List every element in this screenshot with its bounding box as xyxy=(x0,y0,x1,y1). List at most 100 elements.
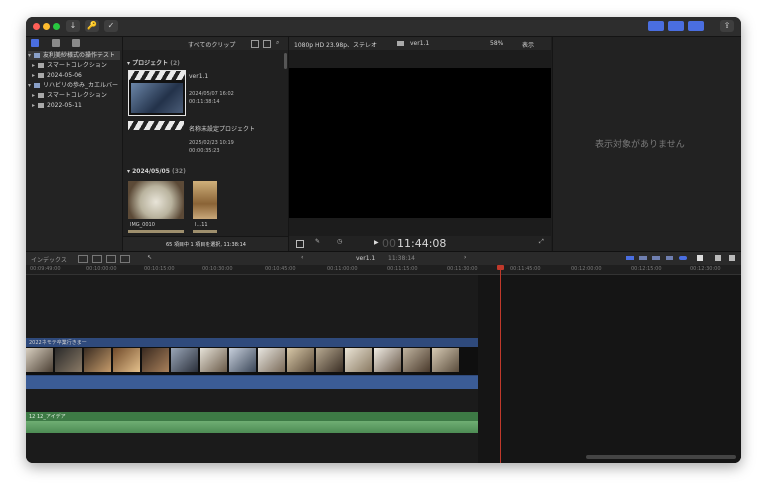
insert-clip-icon[interactable] xyxy=(92,255,102,263)
effects-browser-icon[interactable] xyxy=(715,255,721,261)
library-item-label: 友利美紗様式の操作テスト xyxy=(43,52,116,59)
date-section-header[interactable]: ▾ 2024/05/05 (32) xyxy=(127,168,186,175)
inspector-pane: 表示対象がありません xyxy=(552,37,741,251)
browser-scrollbar[interactable] xyxy=(284,53,287,69)
connect-clip-icon[interactable] xyxy=(78,255,88,263)
video-canvas[interactable] xyxy=(289,68,551,218)
history-back-icon[interactable]: ‹ xyxy=(301,254,303,261)
audio-clip[interactable]: 12 12_アイデア xyxy=(26,412,478,433)
clip-thumbnail[interactable] xyxy=(128,230,184,233)
timeline-duration: 11:38:14 xyxy=(388,255,415,262)
solo-icon[interactable] xyxy=(652,256,660,260)
select-tool-icon[interactable]: ↖ xyxy=(147,254,152,261)
viewer-header: 1080p HD 23.98p、ステレオ ver1.1 58% 表示 xyxy=(289,37,551,50)
filmstrip-frame xyxy=(432,348,459,372)
clip-appearance-icon[interactable] xyxy=(251,40,259,48)
event-icon xyxy=(38,73,44,78)
event-icon xyxy=(38,103,44,108)
timeline-project-name[interactable]: ver1.1 xyxy=(356,255,375,262)
close-window-button[interactable] xyxy=(33,23,40,30)
library-item-label: 2022-05-11 xyxy=(47,102,82,109)
filmstrip-frame xyxy=(229,348,256,372)
filmstrip-frame xyxy=(403,348,430,372)
ruler-tick: 00:11:00:00 xyxy=(327,266,358,272)
filmstrip-frame xyxy=(316,348,343,372)
filmstrip-view-icon[interactable] xyxy=(263,40,271,48)
clip-thumbnail[interactable] xyxy=(193,230,217,233)
library-item[interactable]: ▸ スマートコレクション xyxy=(32,61,107,70)
timeline-area[interactable]: 2022ネモテ卒業行きまー 12 12_アイデア xyxy=(26,265,741,463)
zoom-dropdown[interactable]: 58% xyxy=(490,40,503,47)
timeline-toggle-button[interactable] xyxy=(668,21,684,31)
transform-icon[interactable] xyxy=(296,240,304,248)
ruler-tick: 00:12:00:00 xyxy=(571,266,602,272)
clapper-icon[interactable] xyxy=(128,121,184,130)
index-button[interactable]: インデックス xyxy=(31,255,67,264)
clip-thumbnail[interactable] xyxy=(193,181,217,219)
timeline-toolbar: インデックス ↖ ‹ ver1.1 11:38:14 › xyxy=(26,251,741,266)
import-button[interactable]: ↓ xyxy=(66,20,80,32)
playhead-handle[interactable] xyxy=(497,265,504,270)
titles-tab-icon[interactable] xyxy=(72,39,80,47)
check-icon: ✓ xyxy=(107,21,115,30)
library-item[interactable]: ▸ 2024-05-06 xyxy=(32,71,82,80)
library-item[interactable]: ▾ リハビリの歩み_カエルバー xyxy=(28,81,118,90)
timeline-empty-region xyxy=(478,275,741,463)
folder-icon xyxy=(38,63,44,68)
timeline-ruler[interactable]: 00:09:49:00 00:10:00:00 00:10:15:00 00:1… xyxy=(26,265,741,275)
browser-toggle-button[interactable] xyxy=(648,21,664,31)
libraries-tab-icon[interactable] xyxy=(31,39,39,47)
section-count: (2) xyxy=(170,60,180,67)
overwrite-clip-icon[interactable] xyxy=(120,255,130,263)
share-icon: ⇪ xyxy=(723,21,731,30)
toolbar: ↓ 🔑 ✓ ⇪ xyxy=(26,17,741,37)
ruler-tick: 00:12:30:00 xyxy=(690,266,721,272)
zoom-slider-icon[interactable] xyxy=(679,256,687,260)
history-forward-icon[interactable]: › xyxy=(464,254,466,261)
library-item-label: スマートコレクション xyxy=(47,62,107,69)
ruler-tick: 00:11:45:00 xyxy=(510,266,541,272)
project-section-header[interactable]: ▾ プロジェクト (2) xyxy=(127,58,180,67)
snapping-icon[interactable] xyxy=(666,256,673,260)
timeline-scrollbar[interactable] xyxy=(586,455,736,459)
background-tasks-button[interactable]: ✓ xyxy=(104,20,118,32)
project-name[interactable]: 名称未設定プロジェクト xyxy=(189,124,255,133)
view-menu-button[interactable]: 表示 xyxy=(522,40,534,49)
minimize-window-button[interactable] xyxy=(43,23,50,30)
inspector-toggle-button[interactable] xyxy=(688,21,704,31)
timecode-dim: 00 xyxy=(382,237,396,250)
clip-thumbnail[interactable] xyxy=(128,181,184,219)
enhance-icon[interactable]: ✎ xyxy=(315,238,320,245)
transitions-browser-icon[interactable] xyxy=(729,255,735,261)
project-date: 2025/02/23 10:19 xyxy=(189,140,234,146)
filmstrip-frame xyxy=(200,348,227,372)
playhead[interactable] xyxy=(500,266,501,463)
play-icon[interactable]: ▶ xyxy=(374,239,379,246)
append-clip-icon[interactable] xyxy=(106,255,116,263)
project-thumbnail[interactable] xyxy=(128,70,186,116)
fullscreen-icon[interactable]: ⤢ xyxy=(539,238,544,246)
key-icon: 🔑 xyxy=(87,21,97,30)
project-name[interactable]: ver1.1 xyxy=(189,73,208,80)
keywords-button[interactable]: 🔑 xyxy=(85,20,99,32)
library-item[interactable]: ▸ スマートコレクション xyxy=(32,91,107,100)
filmstrip-frame xyxy=(258,348,285,372)
filmstrip-frame xyxy=(374,348,401,372)
filmstrip-frame xyxy=(55,348,82,372)
speed-icon[interactable]: ◷ xyxy=(337,238,342,245)
zoom-window-button[interactable] xyxy=(53,23,60,30)
viewer-pane: 1080p HD 23.98p、ステレオ ver1.1 58% 表示 ✎ ◷ ▶… xyxy=(289,37,551,251)
photos-tab-icon[interactable] xyxy=(52,39,60,47)
clip-filter-dropdown[interactable]: すべてのクリップ xyxy=(188,40,235,49)
skimming-icon[interactable] xyxy=(626,256,634,260)
clip-appearance-icon[interactable] xyxy=(697,255,703,261)
audio-skimming-icon[interactable] xyxy=(639,256,647,260)
audio-waveform xyxy=(26,421,478,433)
filmstrip-frame xyxy=(84,348,111,372)
search-icon[interactable]: ⌕ xyxy=(276,39,279,47)
clip-name: IMG_0010 xyxy=(130,222,155,228)
share-button[interactable]: ⇪ xyxy=(720,20,734,32)
library-item[interactable]: ▸ 2022-05-11 xyxy=(32,101,82,110)
video-clip[interactable]: 2022ネモテ卒業行きまー xyxy=(26,338,478,389)
library-item[interactable]: ▾ 友利美紗様式の操作テスト xyxy=(28,51,120,60)
